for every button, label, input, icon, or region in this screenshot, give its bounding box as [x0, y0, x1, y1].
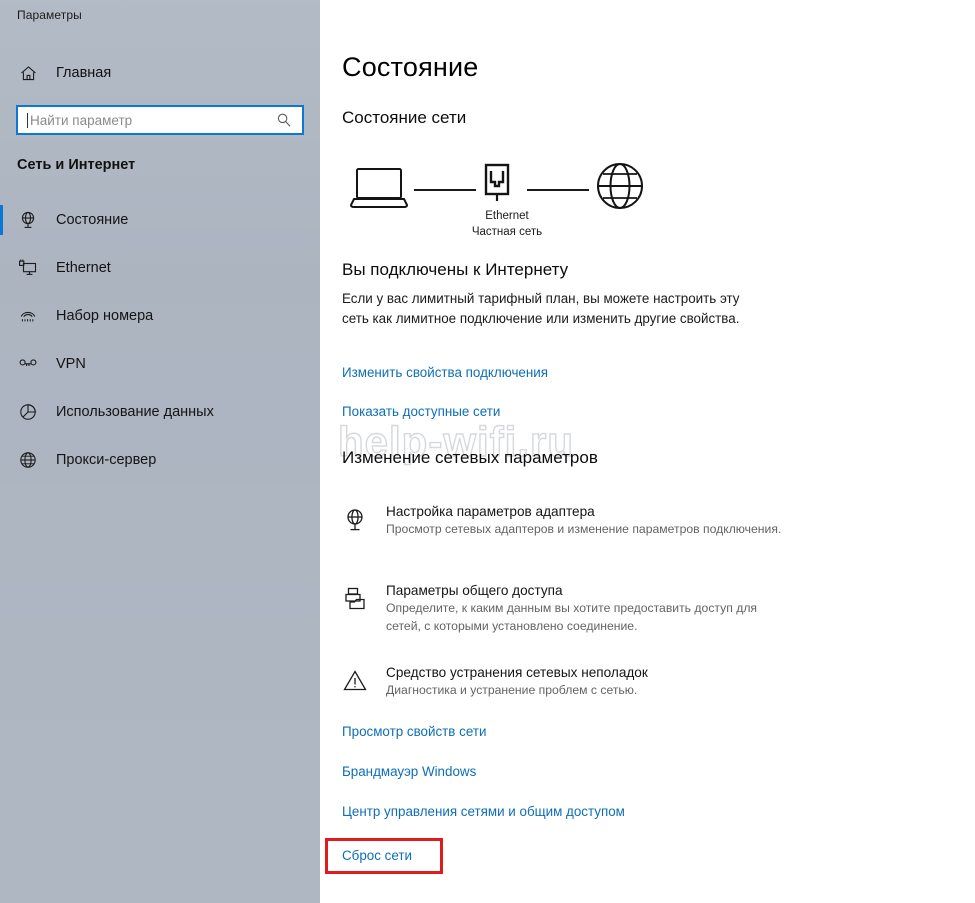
- sidebar-item-dialup-label: Набор номера: [56, 308, 154, 324]
- home-icon: [8, 64, 48, 83]
- link-change-connection-properties[interactable]: Изменить свойства подключения: [342, 365, 548, 380]
- search-icon[interactable]: [276, 112, 292, 128]
- main-content: Состояние Состояние сети Ethernet Частна…: [320, 0, 975, 903]
- sharing-icon: [342, 583, 386, 635]
- connection-status-description: Если у вас лимитный тарифный план, вы мо…: [342, 291, 740, 326]
- sidebar-category-label: Сеть и Интернет: [17, 157, 136, 173]
- page-title: Состояние: [342, 52, 479, 82]
- sidebar-item-ethernet[interactable]: Ethernet: [0, 244, 320, 292]
- setting-item-description: Диагностика и устранение проблем с сетью…: [386, 683, 638, 697]
- sidebar-item-proxy-label: Прокси-сервер: [56, 452, 157, 468]
- vpn-key-icon: [8, 354, 48, 374]
- sidebar-item-vpn[interactable]: VPN: [0, 340, 320, 388]
- globe-icon: [8, 450, 48, 470]
- warning-triangle-icon: [342, 665, 386, 700]
- selection-indicator: [0, 205, 3, 235]
- sidebar: Параметры Главная Найти параметр Сеть и …: [0, 0, 320, 903]
- sidebar-item-data-usage[interactable]: Использование данных: [0, 388, 320, 436]
- sidebar-item-home[interactable]: Главная: [0, 58, 320, 88]
- laptop-icon: [350, 166, 408, 210]
- setting-item-title: Средство устранения сетевых неполадок: [386, 665, 648, 680]
- diagram-connection-line-right: [527, 189, 589, 191]
- sidebar-item-vpn-label: VPN: [56, 356, 86, 372]
- pie-chart-icon: [8, 402, 48, 422]
- sidebar-item-dialup[interactable]: Набор номера: [0, 292, 320, 340]
- section-heading-change-settings: Изменение сетевых параметров: [342, 448, 598, 467]
- globe-icon: [594, 160, 646, 212]
- setting-item-sharing-options[interactable]: Параметры общего доступа Определите, к к…: [342, 583, 802, 635]
- link-view-network-properties[interactable]: Просмотр свойств сети: [342, 724, 486, 739]
- diagram-connection-name: Ethernet: [485, 210, 529, 222]
- sidebar-item-ethernet-label: Ethernet: [56, 260, 111, 276]
- sidebar-item-status-label: Состояние: [56, 212, 129, 228]
- setting-item-description: Определите, к каким данным вы хотите пре…: [386, 601, 758, 633]
- link-network-reset[interactable]: Сброс сети: [342, 848, 412, 863]
- diagram-connection-type: Частная сеть: [471, 226, 543, 238]
- setting-item-adapter-options[interactable]: Настройка параметров адаптера Просмотр с…: [342, 504, 802, 539]
- link-network-and-sharing-center[interactable]: Центр управления сетями и общим доступом: [342, 804, 625, 819]
- setting-item-network-troubleshooter[interactable]: Средство устранения сетевых неполадок Ди…: [342, 665, 802, 700]
- setting-item-title: Настройка параметров адаптера: [386, 504, 595, 519]
- globe-stand-icon: [8, 210, 48, 230]
- adapter-globe-icon: [342, 504, 386, 539]
- ethernet-port-icon: [480, 160, 514, 210]
- diagram-connection-line-left: [414, 189, 476, 191]
- dialup-icon: [8, 306, 48, 326]
- monitor-plug-icon: [8, 258, 48, 278]
- setting-item-description: Просмотр сетевых адаптеров и изменение п…: [386, 522, 782, 536]
- sidebar-item-home-label: Главная: [56, 65, 112, 81]
- link-show-available-networks[interactable]: Показать доступные сети: [342, 404, 500, 419]
- text-caret: [27, 112, 28, 128]
- section-heading-network-status: Состояние сети: [342, 108, 467, 127]
- connection-status-heading: Вы подключены к Интернету: [342, 260, 569, 279]
- sidebar-item-status[interactable]: Состояние: [0, 196, 320, 244]
- network-diagram: Ethernet Частная сеть: [342, 152, 662, 247]
- sidebar-item-data-usage-label: Использование данных: [56, 404, 214, 420]
- link-windows-firewall[interactable]: Брандмауэр Windows: [342, 764, 476, 779]
- sidebar-nav-list: Состояние Ethernet Набор номера VPN Испо…: [0, 196, 320, 484]
- search-placeholder: Найти параметр: [30, 112, 133, 128]
- sidebar-item-proxy[interactable]: Прокси-сервер: [0, 436, 320, 484]
- setting-item-title: Параметры общего доступа: [386, 583, 563, 598]
- search-input[interactable]: Найти параметр: [16, 105, 304, 135]
- window-title: Параметры: [17, 8, 82, 22]
